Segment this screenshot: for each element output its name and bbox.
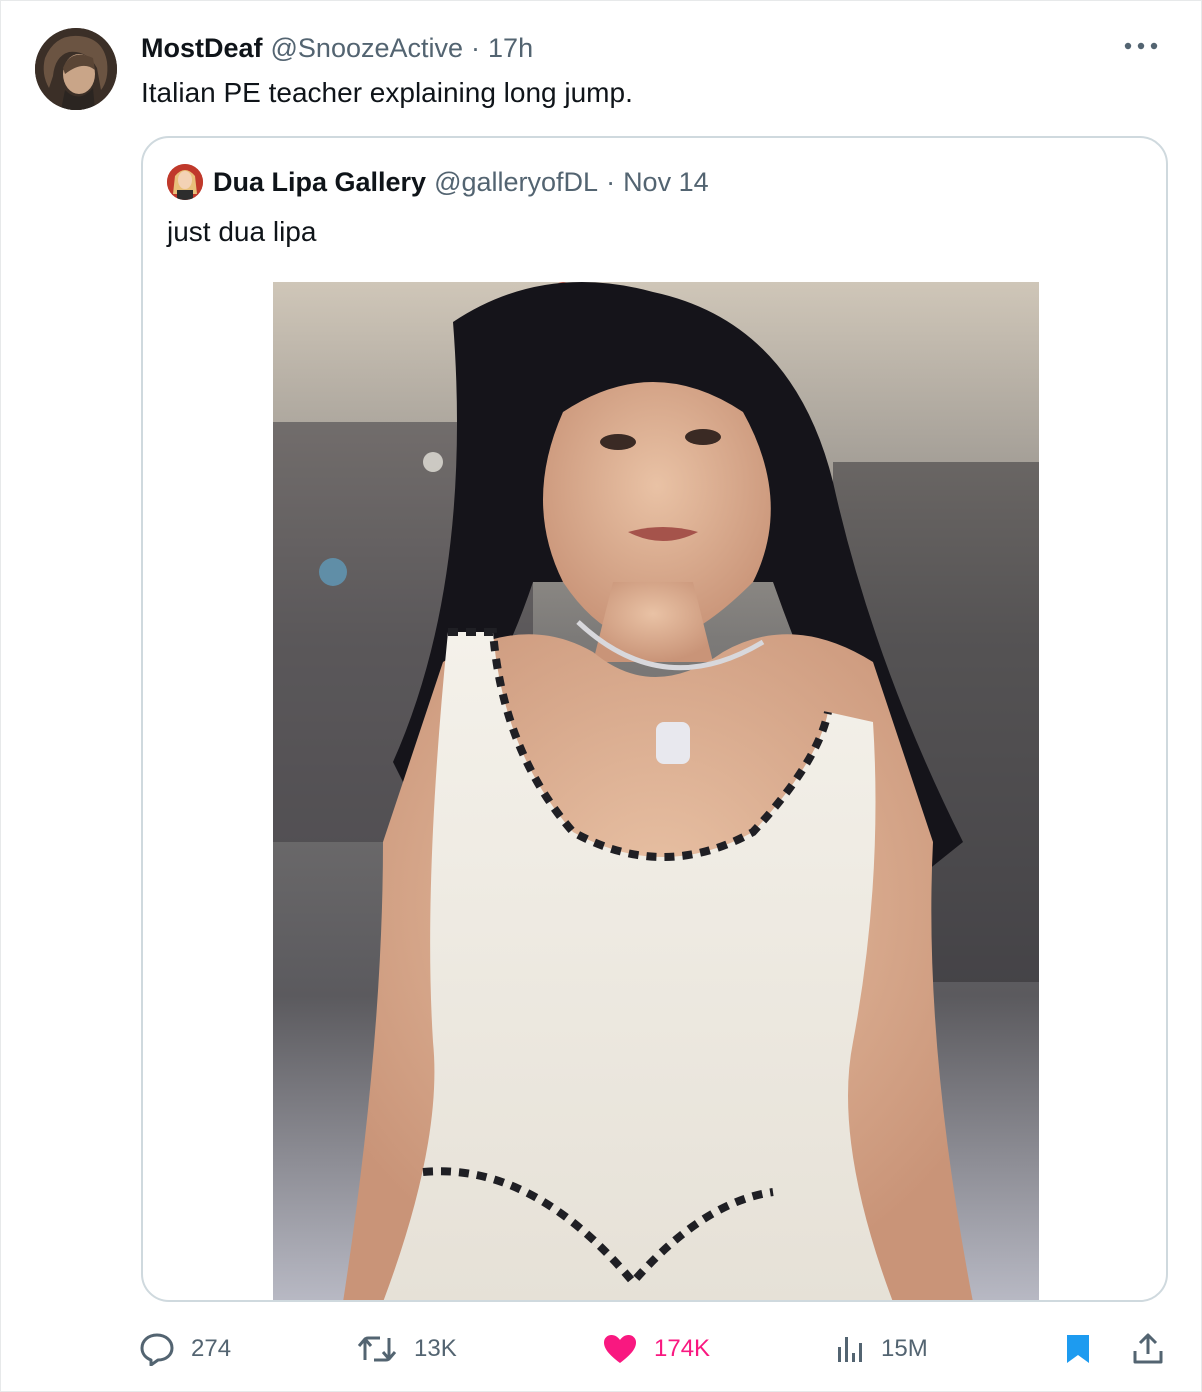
quoted-author-avatar [167, 164, 203, 200]
author-avatar[interactable] [35, 28, 117, 110]
like-icon [604, 1335, 636, 1363]
views-icon [838, 1337, 862, 1362]
separator-dot: · [471, 33, 481, 63]
share-button[interactable] [1131, 1321, 1165, 1377]
reply-button[interactable]: 274 [139, 1321, 231, 1377]
retweet-button[interactable]: 13K [356, 1321, 457, 1377]
retweet-count: 13K [414, 1335, 457, 1362]
views-count: 15M [881, 1335, 928, 1362]
quoted-author-handle[interactable]: @galleryofDL [434, 167, 598, 198]
quoted-avatar-image [167, 164, 203, 200]
like-count: 174K [654, 1335, 711, 1362]
author-handle[interactable]: @SnoozeActive [271, 31, 464, 65]
bookmark-icon [1067, 1335, 1089, 1363]
more-icon [1124, 42, 1158, 50]
quoted-separator-dot: · [606, 166, 616, 197]
action-bar: 274 13K 174K 15M [1, 1321, 1202, 1377]
bookmark-button[interactable] [1064, 1321, 1092, 1377]
quoted-tweet-photo[interactable] [273, 282, 1039, 1300]
reply-icon [140, 1333, 174, 1366]
share-icon [1133, 1333, 1163, 1364]
author-avatar-image [35, 28, 117, 110]
tweet-card: MostDeaf @SnoozeActive · 17h Italian PE … [0, 0, 1202, 1392]
quoted-tweet[interactable]: Dua Lipa Gallery @galleryofDL · Nov 14 j… [141, 136, 1168, 1302]
tweet-text: Italian PE teacher explaining long jump. [141, 77, 633, 108]
views-button[interactable]: 15M [835, 1321, 928, 1377]
quoted-tweet-header: Dua Lipa Gallery @galleryofDL · Nov 14 [167, 164, 709, 200]
photo-image [273, 282, 1039, 1300]
tweet-time[interactable]: 17h [488, 31, 533, 65]
author-name[interactable]: MostDeaf [141, 31, 263, 65]
retweet-icon [357, 1336, 397, 1362]
quoted-tweet-text: just dua lipa [167, 216, 317, 247]
more-button[interactable] [1121, 29, 1161, 63]
reply-count: 274 [191, 1335, 232, 1362]
like-button[interactable]: 174K [602, 1321, 710, 1377]
tweet-header: MostDeaf @SnoozeActive · 17h [141, 31, 533, 65]
quoted-author-name[interactable]: Dua Lipa Gallery [213, 167, 426, 198]
quoted-tweet-time[interactable]: Nov 14 [623, 167, 709, 198]
